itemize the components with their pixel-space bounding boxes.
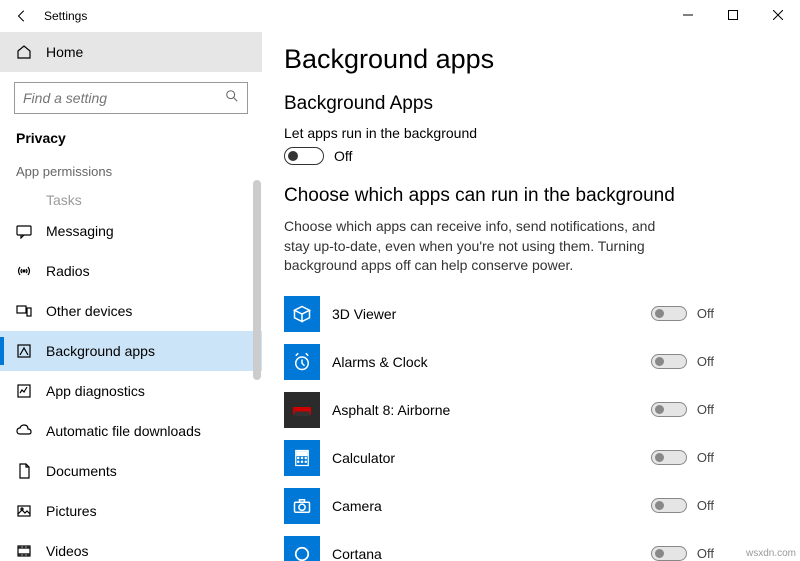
app-toggle[interactable] (651, 450, 687, 465)
back-button[interactable] (0, 0, 44, 32)
tasks-icon (16, 192, 32, 208)
sidebar-item-automatic-file-downloads[interactable]: Automatic file downloads (0, 411, 262, 451)
radios-icon (16, 263, 32, 279)
minimize-button[interactable] (665, 0, 710, 30)
sidebar: Home Privacy App permissions Tasks Messa… (0, 32, 262, 561)
sidebar-item-pictures[interactable]: Pictures (0, 491, 262, 531)
sidebar-item-radios[interactable]: Radios (0, 251, 262, 291)
category-label: Privacy (0, 124, 262, 162)
background-apps-icon (16, 343, 32, 359)
master-toggle-label: Let apps run in the background (284, 125, 778, 141)
app-row-cortana: Cortana Off (284, 530, 714, 561)
cortana-icon (284, 536, 320, 561)
sidebar-item-videos[interactable]: Videos (0, 531, 262, 561)
cloud-download-icon (16, 423, 32, 439)
sidebar-item-messaging[interactable]: Messaging (0, 211, 262, 251)
window-title: Settings (44, 9, 87, 23)
home-label: Home (46, 44, 83, 60)
app-toggle[interactable] (651, 498, 687, 513)
documents-icon (16, 463, 32, 479)
sidebar-item-label: Pictures (46, 503, 97, 519)
sidebar-item-app-diagnostics[interactable]: App diagnostics (0, 371, 262, 411)
page-heading: Background apps (284, 44, 778, 75)
sidebar-item-label: Automatic file downloads (46, 423, 201, 439)
section-title: Background Apps (284, 93, 778, 115)
app-label: Asphalt 8: Airborne (332, 402, 651, 418)
sidebar-item-label: Tasks (46, 192, 82, 208)
app-toggle-state: Off (697, 402, 714, 417)
section-description: Choose which apps can receive info, send… (284, 217, 664, 276)
app-row-asphalt-8: Asphalt 8: Airborne Off (284, 386, 714, 434)
home-icon (16, 44, 32, 60)
main-content: Background apps Background Apps Let apps… (262, 32, 800, 561)
app-row-calculator: Calculator Off (284, 434, 714, 482)
app-toggle[interactable] (651, 546, 687, 561)
app-toggle[interactable] (651, 402, 687, 417)
app-toggle-state: Off (697, 498, 714, 513)
app-toggle-state: Off (697, 354, 714, 369)
app-toggle[interactable] (651, 306, 687, 321)
sidebar-scrollbar[interactable] (253, 180, 261, 380)
alarms-clock-icon (284, 344, 320, 380)
3d-viewer-icon (284, 296, 320, 332)
app-row-3d-viewer: 3D Viewer Off (284, 290, 714, 338)
camera-icon (284, 488, 320, 524)
watermark: wsxdn.com (746, 548, 796, 559)
pictures-icon (16, 503, 32, 519)
sidebar-item-label: Other devices (46, 303, 132, 319)
search-input[interactable] (14, 82, 248, 114)
app-label: Alarms & Clock (332, 354, 651, 370)
sidebar-item-label: Documents (46, 463, 117, 479)
sidebar-item-label: App diagnostics (46, 383, 145, 399)
calculator-icon (284, 440, 320, 476)
app-toggle[interactable] (651, 354, 687, 369)
app-toggle-state: Off (697, 450, 714, 465)
sidebar-item-other-devices[interactable]: Other devices (0, 291, 262, 331)
other-devices-icon (16, 303, 32, 319)
home-button[interactable]: Home (0, 32, 262, 72)
sidebar-item-label: Messaging (46, 223, 114, 239)
sidebar-item-label: Radios (46, 263, 90, 279)
asphalt-8-icon (284, 392, 320, 428)
app-label: 3D Viewer (332, 306, 651, 322)
sidebar-item-tasks[interactable]: Tasks (0, 189, 262, 211)
messaging-icon (16, 223, 32, 239)
sidebar-item-label: Videos (46, 543, 89, 559)
app-label: Calculator (332, 450, 651, 466)
app-label: Camera (332, 498, 651, 514)
sidebar-item-background-apps[interactable]: Background apps (0, 331, 262, 371)
app-toggle-state: Off (697, 306, 714, 321)
maximize-button[interactable] (710, 0, 755, 30)
app-diagnostics-icon (16, 383, 32, 399)
group-label: App permissions (0, 162, 262, 189)
sidebar-item-documents[interactable]: Documents (0, 451, 262, 491)
videos-icon (16, 543, 32, 559)
section-title: Choose which apps can run in the backgro… (284, 185, 778, 207)
app-label: Cortana (332, 546, 651, 561)
app-row-alarms-clock: Alarms & Clock Off (284, 338, 714, 386)
master-toggle[interactable] (284, 147, 324, 165)
app-row-camera: Camera Off (284, 482, 714, 530)
sidebar-item-label: Background apps (46, 343, 155, 359)
app-toggle-state: Off (697, 546, 714, 561)
search-icon (225, 89, 239, 108)
close-button[interactable] (755, 0, 800, 30)
master-toggle-state: Off (334, 148, 352, 164)
